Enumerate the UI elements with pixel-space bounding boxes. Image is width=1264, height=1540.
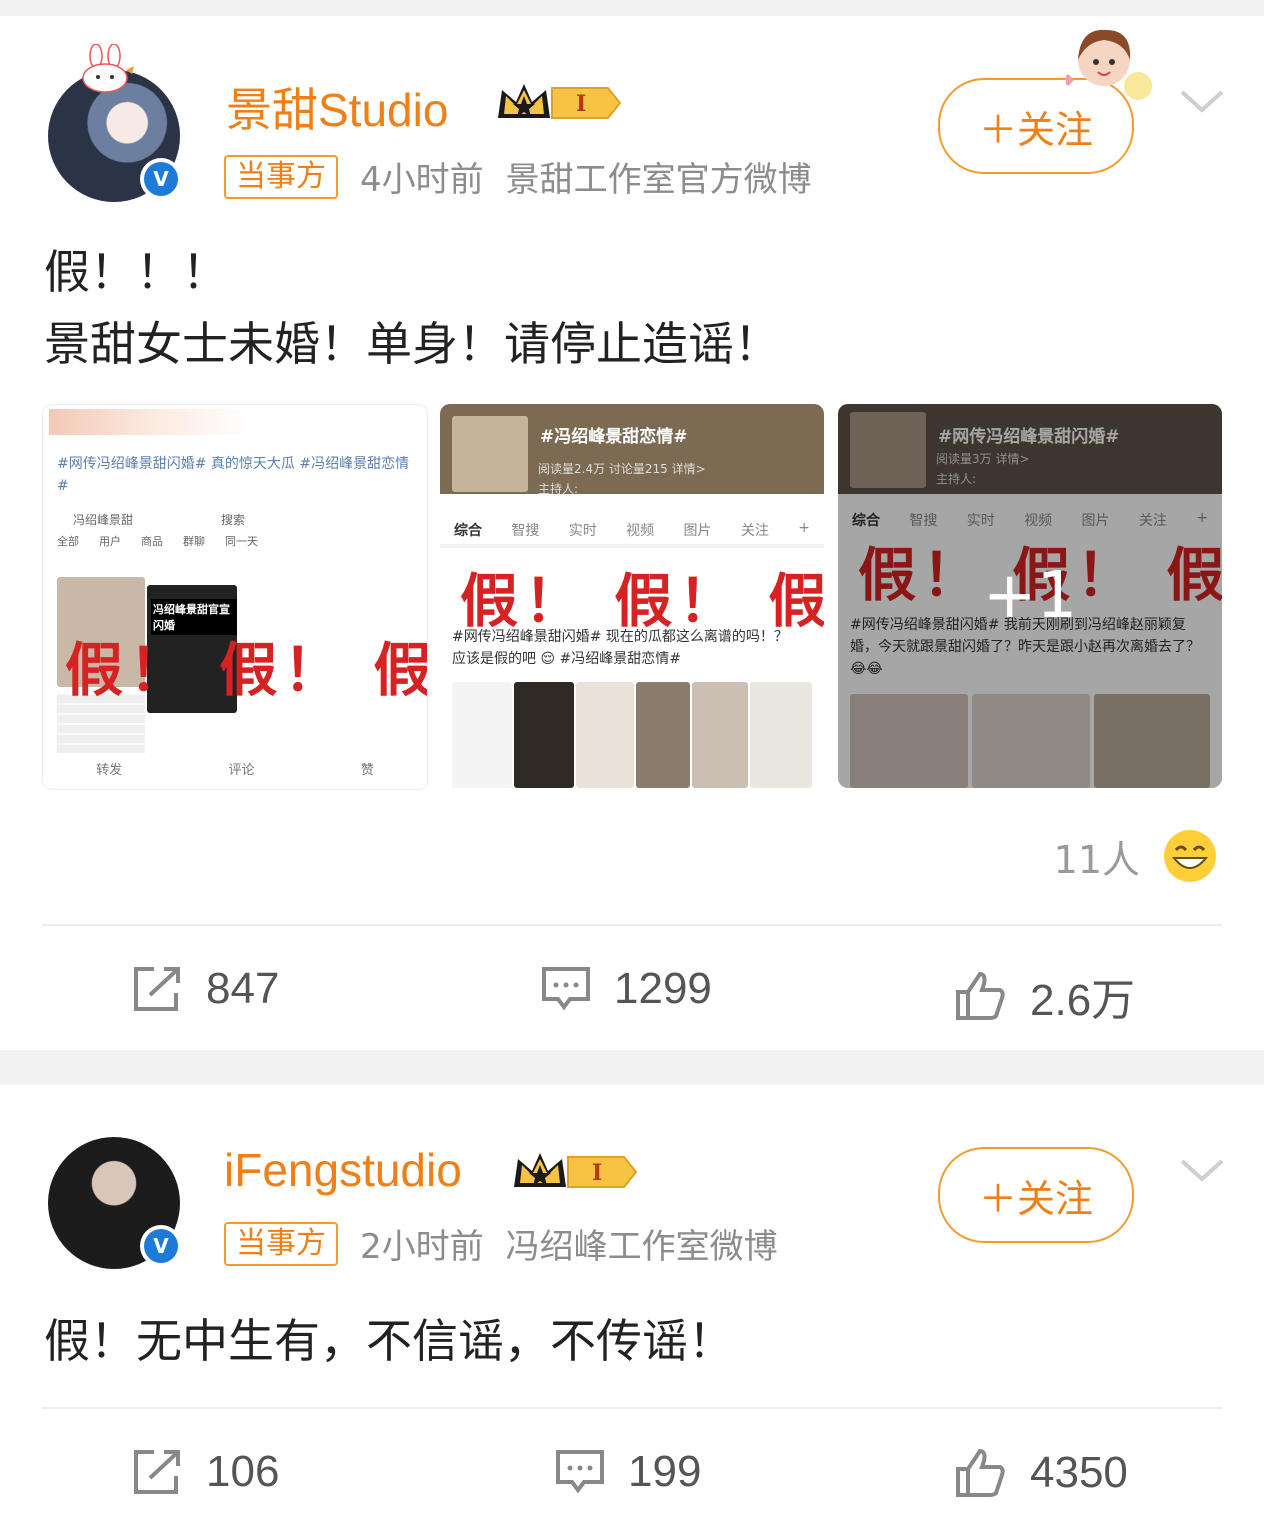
repost-icon <box>134 1450 180 1494</box>
post-text: 假！无中生有，不信谣，不传谣！ <box>44 1314 734 1368</box>
topic-title: #冯绍峰景甜恋情# <box>540 427 688 447</box>
vip-crown-icon: I <box>498 84 622 119</box>
post-source: 景甜工作室官方微博 <box>505 160 812 200</box>
post-image-3[interactable]: #网传冯绍峰景甜闪婚# 阅读量3万 详情> 主持人: 综合 智搜 实时 视频 图片 关注 +… <box>838 404 1222 788</box>
repost-count: 106 <box>206 1447 280 1496</box>
photo-thumb <box>692 682 748 788</box>
post-meta: 当事方 4小时前 景甜工作室官方微博 <box>224 152 812 201</box>
topic-tabs: 综合 智搜 实时 视频 图片 关注 + <box>454 520 810 539</box>
chevron-down-icon[interactable] <box>1180 90 1224 114</box>
bunny-decoration-icon <box>82 44 134 93</box>
vip-crown-icon: I <box>514 1153 638 1188</box>
verified-badge-icon: V <box>140 1225 182 1267</box>
repost-button[interactable]: 106 <box>132 1447 279 1497</box>
photo-thumb <box>750 682 812 788</box>
topic-stats: 阅读量2.4万 讨论量215 详情> <box>538 462 706 476</box>
thumbs-up-icon <box>956 971 1005 1020</box>
topic-host: 主持人: <box>538 482 579 496</box>
divider <box>42 1407 1222 1409</box>
thumbs-up-icon <box>956 1448 1005 1497</box>
fake-overlay-text: 假！ 假！ 假！ <box>65 636 427 704</box>
post-text-line1: 假！！！ <box>44 245 228 299</box>
chevron-down-icon[interactable] <box>1180 1159 1224 1183</box>
post-image-2[interactable]: #冯绍峰景甜恋情# 阅读量2.4万 讨论量215 详情> 主持人: 综合 智搜 实时… <box>440 404 824 788</box>
photo-thumb <box>636 682 690 788</box>
post-image-1[interactable]: #网传冯绍峰景甜闪婚# 真的惊天大瓜 #冯绍峰景甜恋情# 冯绍峰景甜 搜索 全部… <box>42 404 428 790</box>
post-time: 4小时前 <box>360 160 484 200</box>
search-query: 冯绍峰景甜 <box>73 513 134 527</box>
post-source: 冯绍峰工作室微博 <box>505 1227 778 1267</box>
username[interactable]: iFengstudio <box>224 1143 462 1197</box>
comment-count: 1299 <box>614 964 712 1013</box>
post-meta: 当事方 2小时前 冯绍峰工作室微博 <box>224 1219 778 1268</box>
liked-by-row[interactable]: 11人 <box>1054 828 1218 884</box>
girl-sticker-icon <box>1066 29 1152 100</box>
repost-button[interactable]: 847 <box>132 964 279 1014</box>
comment-button[interactable]: 199 <box>554 1447 701 1497</box>
grin-emoji-icon <box>1164 830 1216 882</box>
photo-thumb <box>576 682 634 788</box>
username[interactable]: 景甜Studio <box>226 74 448 140</box>
mini-tabs: 全部 用户 商品 群聊 同一天 <box>57 535 258 548</box>
comment-count: 199 <box>628 1447 702 1496</box>
photo-thumb <box>514 682 574 788</box>
like-button[interactable]: 4350 <box>954 1447 1128 1499</box>
mini-action-bar: 转发 评论赞 <box>96 763 374 778</box>
more-images-overlay[interactable]: +1 <box>838 404 1222 788</box>
topic-photo <box>452 416 528 492</box>
party-tag: 当事方 <box>224 154 338 199</box>
divider <box>42 924 1222 926</box>
like-count: 2.6万 <box>1030 976 1136 1025</box>
svg-text:I: I <box>592 1160 602 1186</box>
svg-text:I: I <box>576 91 586 117</box>
verified-badge-icon: V <box>140 158 182 200</box>
comment-icon <box>542 967 590 1011</box>
like-count: 4350 <box>1030 1448 1128 1497</box>
blurred-header <box>49 409 249 435</box>
post-text-line2: 景甜女士未婚！单身！请停止造谣！ <box>44 317 780 371</box>
top-spacer <box>0 0 1264 16</box>
comment-button[interactable]: 1299 <box>540 964 712 1014</box>
party-tag: 当事方 <box>224 1221 338 1266</box>
post-time: 2小时前 <box>360 1227 484 1267</box>
follow-button[interactable]: ＋关注 <box>938 1147 1134 1243</box>
weibo-post: V iFengstudio I 当事方 2小时前 冯绍峰工作室微博 ＋关注 假！… <box>0 1085 1264 1540</box>
repost-icon <box>134 967 180 1011</box>
like-button[interactable]: 2.6万 <box>954 964 1135 1028</box>
likes-people-count: 11人 <box>1053 837 1140 882</box>
post-excerpt: #网传冯绍峰景甜闪婚# 现在的瓜都这么离谱的吗！？应该是假的吧 😌 #冯绍峰景甜… <box>452 629 788 667</box>
repost-count: 847 <box>206 964 280 1013</box>
more-images-count: +1 <box>982 559 1078 633</box>
comment-icon <box>556 1450 604 1494</box>
search-button-label: 搜索 <box>221 513 246 527</box>
separator <box>440 544 824 548</box>
weibo-post: V 景甜Studio I 当事方 4小时前 景甜工作室官方微博 ＋关注 假！！！… <box>0 16 1264 1050</box>
photo-thumb <box>452 682 512 788</box>
hashtag-text: #网传冯绍峰景甜闪婚# 真的惊天大瓜 #冯绍峰景甜恋情# <box>57 456 410 494</box>
